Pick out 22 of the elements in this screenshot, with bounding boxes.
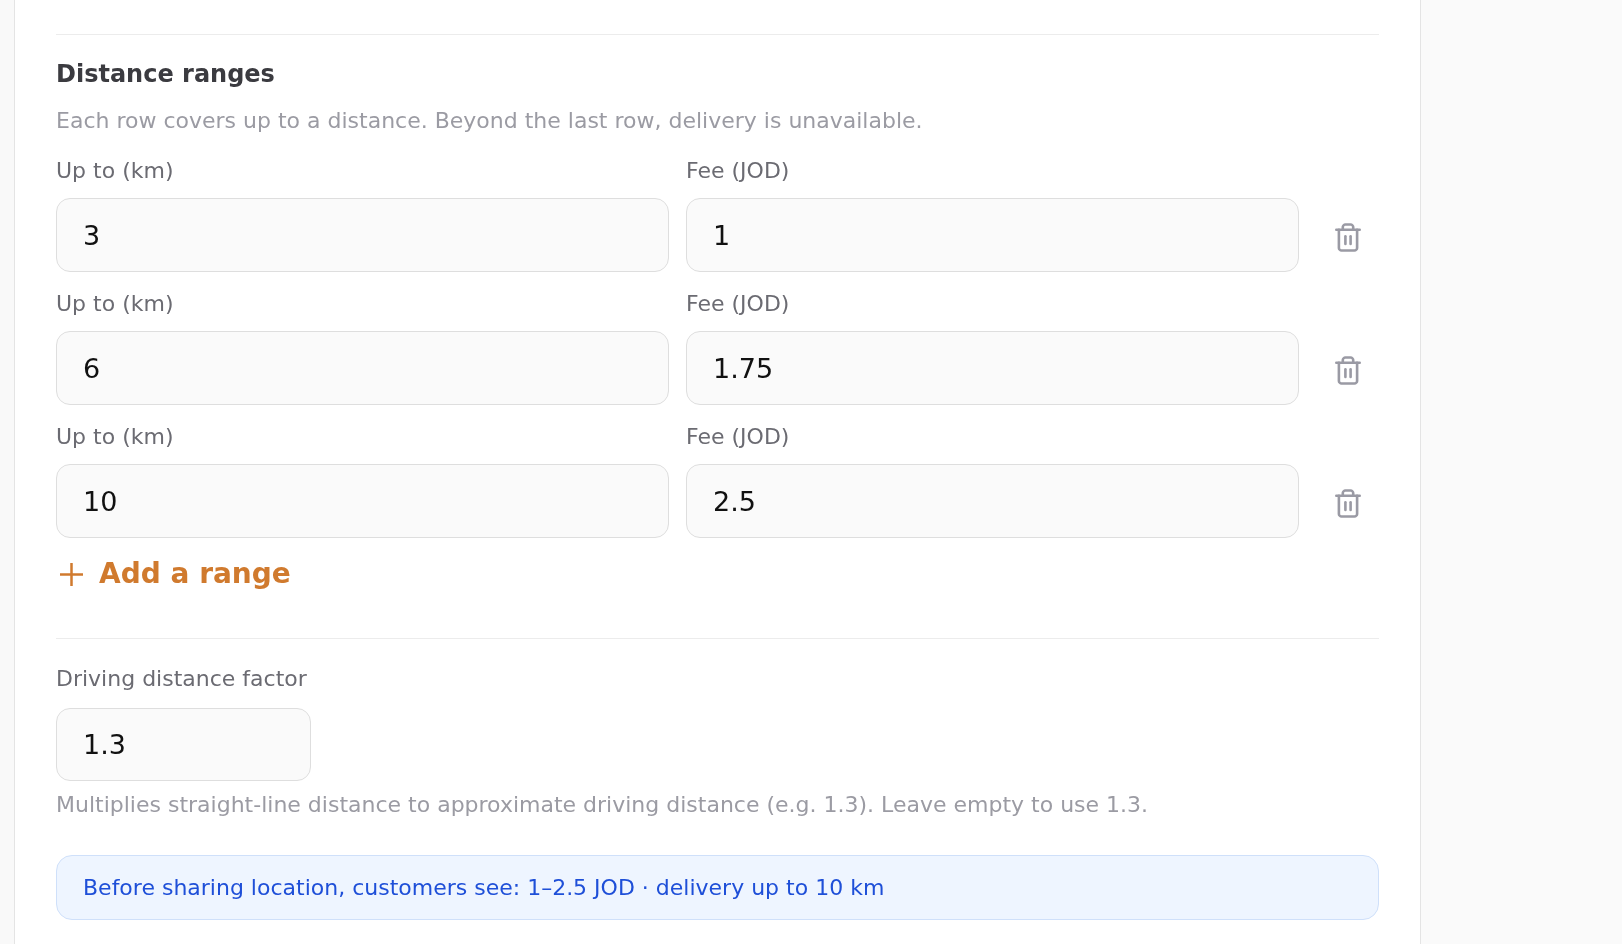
section-heading: Distance ranges bbox=[56, 59, 275, 90]
field-label: Fee (JOD) bbox=[686, 157, 790, 185]
help-text: Multiplies straight-line distance to approximate driving distance (e.g. 1.3). Leave empty to use 1.3. bbox=[56, 791, 1149, 819]
input-field[interactable]: 2.5 bbox=[686, 464, 1299, 538]
field-label: Driving distance factor bbox=[56, 665, 307, 693]
trash-icon bbox=[1334, 222, 1361, 252]
section-description: Each row covers up to a distance. Beyond the last row, delivery is unavailable. bbox=[56, 107, 923, 135]
input-field[interactable]: 10 bbox=[56, 464, 669, 538]
input-field[interactable]: 1.75 bbox=[686, 331, 1299, 405]
field-label: Up to (km) bbox=[56, 423, 174, 451]
field-label: Fee (JOD) bbox=[686, 290, 790, 318]
input-field[interactable]: 6 bbox=[56, 331, 669, 405]
input-field[interactable]: 3 bbox=[56, 198, 669, 272]
plus-icon bbox=[60, 562, 83, 586]
trash-icon bbox=[1334, 488, 1361, 518]
input-field[interactable]: 1.3 bbox=[56, 708, 311, 781]
field-label: Up to (km) bbox=[56, 157, 174, 185]
field-label: Fee (JOD) bbox=[686, 423, 790, 451]
field-label: Up to (km) bbox=[56, 290, 174, 318]
trash-icon bbox=[1334, 355, 1361, 385]
info-text: Before sharing location, customers see: 1–2.5 JOD · delivery up to 10 km bbox=[83, 873, 885, 902]
input-field[interactable]: 1 bbox=[686, 198, 1299, 272]
